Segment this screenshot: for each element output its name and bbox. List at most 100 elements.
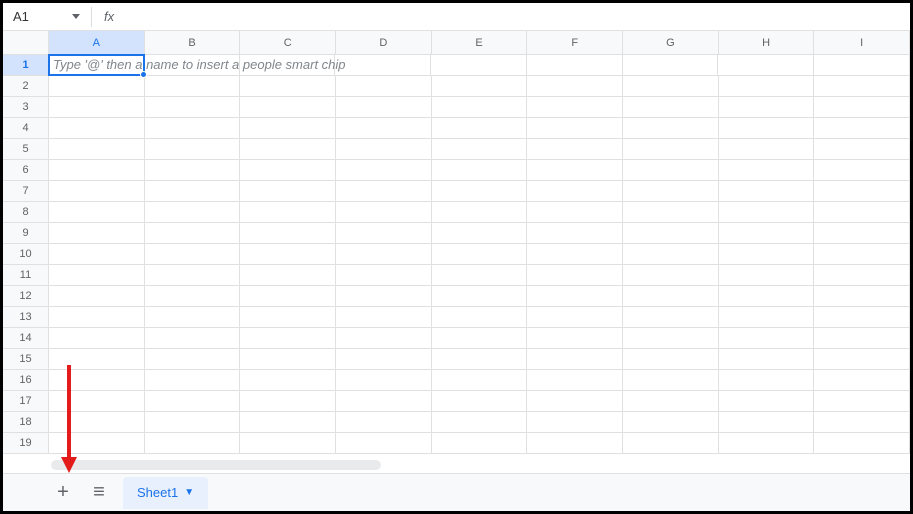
cell[interactable] xyxy=(240,307,336,328)
cell[interactable] xyxy=(432,286,528,307)
cell[interactable] xyxy=(145,97,241,118)
cell[interactable] xyxy=(527,391,623,412)
row-header-16[interactable]: 16 xyxy=(3,370,49,391)
cell[interactable] xyxy=(814,391,910,412)
cell[interactable] xyxy=(719,181,815,202)
select-all-corner[interactable] xyxy=(3,31,49,55)
row-header-9[interactable]: 9 xyxy=(3,223,49,244)
cell[interactable] xyxy=(145,370,241,391)
cell[interactable] xyxy=(240,328,336,349)
cell[interactable] xyxy=(432,139,528,160)
cell[interactable] xyxy=(719,349,815,370)
row-header-5[interactable]: 5 xyxy=(3,139,49,160)
cell[interactable] xyxy=(623,244,719,265)
cell[interactable] xyxy=(145,286,241,307)
cell[interactable] xyxy=(240,244,336,265)
cell[interactable] xyxy=(718,55,814,76)
cell[interactable] xyxy=(145,223,241,244)
cell[interactable] xyxy=(49,223,145,244)
cell[interactable] xyxy=(432,181,528,202)
col-header-a[interactable]: A xyxy=(49,31,145,55)
cell[interactable] xyxy=(719,370,815,391)
cell[interactable] xyxy=(240,412,336,433)
cell[interactable] xyxy=(432,391,528,412)
cell[interactable] xyxy=(49,181,145,202)
cell[interactable] xyxy=(240,391,336,412)
col-header-i[interactable]: I xyxy=(814,31,910,55)
add-sheet-button[interactable]: + xyxy=(45,475,81,511)
cell[interactable] xyxy=(814,202,910,223)
cell[interactable] xyxy=(623,139,719,160)
cell[interactable] xyxy=(527,118,623,139)
row-header-14[interactable]: 14 xyxy=(3,328,49,349)
cell[interactable] xyxy=(432,328,528,349)
cell[interactable] xyxy=(814,76,910,97)
cell[interactable] xyxy=(432,223,528,244)
cell[interactable] xyxy=(814,181,910,202)
cell[interactable] xyxy=(814,370,910,391)
cell[interactable] xyxy=(527,433,623,454)
cell[interactable] xyxy=(48,54,145,76)
cell[interactable] xyxy=(527,181,623,202)
all-sheets-button[interactable]: ≡ xyxy=(81,475,117,511)
cell[interactable] xyxy=(719,223,815,244)
cell[interactable] xyxy=(336,139,432,160)
cell[interactable] xyxy=(623,76,719,97)
col-header-d[interactable]: D xyxy=(336,31,432,55)
cell[interactable] xyxy=(814,244,910,265)
cell[interactable] xyxy=(719,244,815,265)
cell[interactable] xyxy=(527,328,623,349)
col-header-b[interactable]: B xyxy=(145,31,241,55)
cell[interactable] xyxy=(49,412,145,433)
cell[interactable] xyxy=(527,55,623,76)
cell[interactable] xyxy=(336,328,432,349)
cell[interactable] xyxy=(49,391,145,412)
formula-input[interactable] xyxy=(120,6,906,28)
cell[interactable] xyxy=(527,349,623,370)
cell[interactable] xyxy=(240,202,336,223)
cell[interactable] xyxy=(719,307,815,328)
cell[interactable] xyxy=(527,160,623,181)
row-header-15[interactable]: 15 xyxy=(3,349,49,370)
name-box-input[interactable] xyxy=(7,6,67,28)
cell[interactable] xyxy=(336,160,432,181)
cell[interactable] xyxy=(814,286,910,307)
row-header-3[interactable]: 3 xyxy=(3,97,49,118)
cell[interactable] xyxy=(527,76,623,97)
cell[interactable] xyxy=(432,118,528,139)
cell[interactable] xyxy=(432,202,528,223)
cell[interactable] xyxy=(719,412,815,433)
cell[interactable] xyxy=(335,55,431,76)
cell[interactable] xyxy=(49,97,145,118)
cell[interactable] xyxy=(145,139,241,160)
cell[interactable] xyxy=(719,202,815,223)
cell[interactable] xyxy=(432,370,528,391)
col-header-h[interactable]: H xyxy=(719,31,815,55)
cell[interactable] xyxy=(336,433,432,454)
cell[interactable] xyxy=(719,391,815,412)
cell[interactable] xyxy=(623,328,719,349)
row-header-4[interactable]: 4 xyxy=(3,118,49,139)
fill-handle[interactable] xyxy=(140,71,147,78)
cell[interactable] xyxy=(623,118,719,139)
row-header-17[interactable]: 17 xyxy=(3,391,49,412)
cell[interactable] xyxy=(145,265,241,286)
cell[interactable] xyxy=(527,370,623,391)
cell[interactable] xyxy=(814,328,910,349)
cell[interactable] xyxy=(527,265,623,286)
cell[interactable] xyxy=(623,55,719,76)
cell[interactable] xyxy=(145,391,241,412)
cell[interactable] xyxy=(240,160,336,181)
cell[interactable] xyxy=(336,307,432,328)
cell[interactable] xyxy=(719,139,815,160)
cell[interactable] xyxy=(814,223,910,244)
cell[interactable] xyxy=(336,223,432,244)
cell[interactable] xyxy=(240,139,336,160)
cell[interactable] xyxy=(49,328,145,349)
cell[interactable] xyxy=(623,391,719,412)
cell[interactable] xyxy=(336,244,432,265)
cell[interactable] xyxy=(432,433,528,454)
cell[interactable] xyxy=(336,118,432,139)
cell[interactable] xyxy=(814,55,910,76)
cell[interactable] xyxy=(49,265,145,286)
